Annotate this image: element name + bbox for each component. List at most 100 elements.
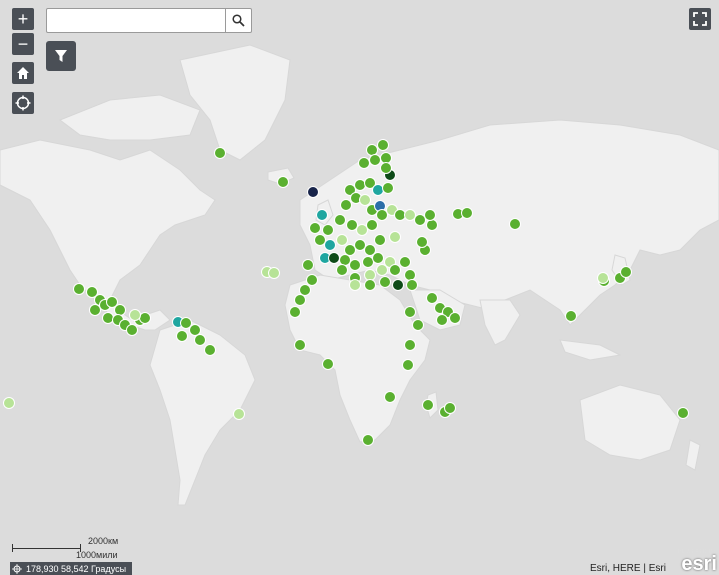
location-marker[interactable] [372,184,384,196]
coordinate-readout[interactable]: 178,930 58,542 Градусы [10,562,133,575]
location-marker[interactable] [416,236,428,248]
location-marker[interactable] [377,139,389,151]
location-marker[interactable] [358,157,370,169]
location-marker[interactable] [306,274,318,286]
location-marker[interactable] [322,224,334,236]
location-marker[interactable] [359,194,371,206]
location-marker[interactable] [344,244,356,256]
location-marker[interactable] [414,214,426,226]
location-marker[interactable] [444,402,456,414]
location-marker[interactable] [461,207,473,219]
location-marker[interactable] [354,239,366,251]
location-marker[interactable] [389,264,401,276]
location-marker[interactable] [424,209,436,221]
attribution-text[interactable]: Esri, HERE | Esri [590,563,666,574]
esri-logo[interactable]: POWERED BY esri [665,549,717,575]
location-marker[interactable] [384,391,396,403]
location-marker[interactable] [114,304,126,316]
location-marker[interactable] [204,344,216,356]
location-marker[interactable] [376,209,388,221]
location-marker[interactable] [597,272,609,284]
location-marker[interactable] [289,306,301,318]
location-marker[interactable] [364,269,376,281]
location-marker[interactable] [369,154,381,166]
location-marker[interactable] [268,267,280,279]
filter-button[interactable] [46,41,76,71]
fullscreen-button[interactable] [689,8,711,30]
location-marker[interactable] [380,152,392,164]
location-marker[interactable] [412,319,424,331]
location-marker[interactable] [404,339,416,351]
location-marker[interactable] [126,324,138,336]
location-marker[interactable] [129,309,141,321]
location-marker[interactable] [364,279,376,291]
location-marker[interactable] [349,259,361,271]
location-marker[interactable] [346,219,358,231]
location-marker[interactable] [3,397,15,409]
search-button[interactable] [226,8,252,33]
location-marker[interactable] [176,330,188,342]
location-marker[interactable] [356,224,368,236]
location-marker[interactable] [380,162,392,174]
location-marker[interactable] [322,358,334,370]
location-marker[interactable] [362,434,374,446]
location-marker[interactable] [294,339,306,351]
location-marker[interactable] [404,306,416,318]
location-marker[interactable] [404,269,416,281]
location-marker[interactable] [214,147,226,159]
location-marker[interactable] [402,359,414,371]
map-view[interactable]: + − 2000км 1000мили 178,930 58,542 Граду… [0,0,719,575]
location-marker[interactable] [336,264,348,276]
search-input[interactable] [46,8,226,33]
location-marker[interactable] [394,209,406,221]
location-marker[interactable] [354,179,366,191]
location-marker[interactable] [314,234,326,246]
location-marker[interactable] [422,399,434,411]
location-marker[interactable] [328,252,340,264]
location-marker[interactable] [89,304,101,316]
location-marker[interactable] [324,239,336,251]
location-marker[interactable] [73,283,85,295]
location-marker[interactable] [336,234,348,246]
location-marker[interactable] [449,312,461,324]
location-marker[interactable] [194,334,206,346]
home-button[interactable] [12,62,34,84]
location-marker[interactable] [399,256,411,268]
location-marker[interactable] [374,234,386,246]
location-marker[interactable] [426,292,438,304]
location-marker[interactable] [339,254,351,266]
location-marker[interactable] [362,256,374,268]
location-marker[interactable] [372,252,384,264]
location-marker[interactable] [334,214,346,226]
location-marker[interactable] [379,276,391,288]
location-marker[interactable] [302,259,314,271]
location-marker[interactable] [299,284,311,296]
location-marker[interactable] [233,408,245,420]
location-marker[interactable] [509,218,521,230]
location-marker[interactable] [677,407,689,419]
location-marker[interactable] [404,209,416,221]
location-marker[interactable] [180,317,192,329]
location-marker[interactable] [139,312,151,324]
locate-button[interactable] [12,92,34,114]
location-marker[interactable] [382,182,394,194]
location-marker[interactable] [406,279,418,291]
location-marker[interactable] [366,219,378,231]
location-marker[interactable] [294,294,306,306]
location-marker[interactable] [189,324,201,336]
location-marker[interactable] [340,199,352,211]
location-marker[interactable] [426,219,438,231]
location-marker[interactable] [565,310,577,322]
location-marker[interactable] [309,222,321,234]
location-marker[interactable] [366,144,378,156]
location-marker[interactable] [620,266,632,278]
location-marker[interactable] [277,176,289,188]
location-marker[interactable] [307,186,319,198]
location-marker[interactable] [392,279,404,291]
location-marker[interactable] [349,279,361,291]
location-marker[interactable] [389,231,401,243]
location-marker[interactable] [376,264,388,276]
location-marker[interactable] [436,314,448,326]
zoom-in-button[interactable]: + [12,8,34,30]
location-marker[interactable] [102,312,114,324]
